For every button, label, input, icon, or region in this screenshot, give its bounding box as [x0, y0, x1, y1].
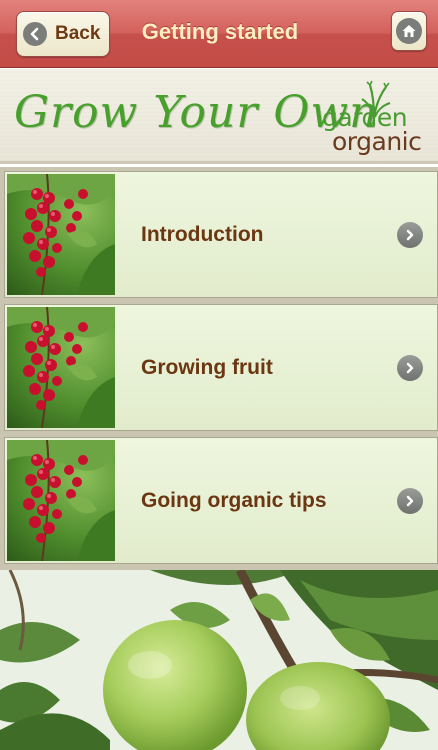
menu-item-going-organic-tips[interactable]: Going organic tips — [4, 437, 438, 564]
garden-organic-logo: garden organic — [318, 79, 428, 156]
logo-text-organic: organic — [332, 127, 422, 156]
home-button[interactable] — [391, 11, 427, 51]
header-banner: Grow Your Own garden organic — [0, 69, 438, 164]
chevron-right-icon — [397, 221, 423, 248]
home-icon — [396, 18, 422, 44]
menu-item-label: Introduction — [141, 222, 264, 246]
menu-item-label: Going organic tips — [141, 488, 327, 512]
navigation-bar: Back Getting started — [0, 0, 438, 68]
page-title: Getting started — [141, 19, 299, 44]
apple-tree-photo — [0, 570, 438, 750]
chevron-left-icon — [23, 22, 47, 46]
redcurrant-thumbnail — [7, 307, 115, 428]
menu-list: Introduction Growing fruit Going organic… — [0, 167, 438, 570]
menu-item-introduction[interactable]: Introduction — [4, 171, 438, 298]
menu-item-growing-fruit[interactable]: Growing fruit — [4, 304, 438, 431]
back-button[interactable]: Back — [16, 11, 110, 57]
menu-item-label: Growing fruit — [141, 355, 273, 379]
redcurrant-thumbnail — [7, 440, 115, 561]
redcurrant-thumbnail — [7, 174, 115, 295]
chevron-right-icon — [397, 487, 423, 514]
back-button-label: Back — [55, 23, 101, 44]
chevron-right-icon — [397, 354, 423, 381]
